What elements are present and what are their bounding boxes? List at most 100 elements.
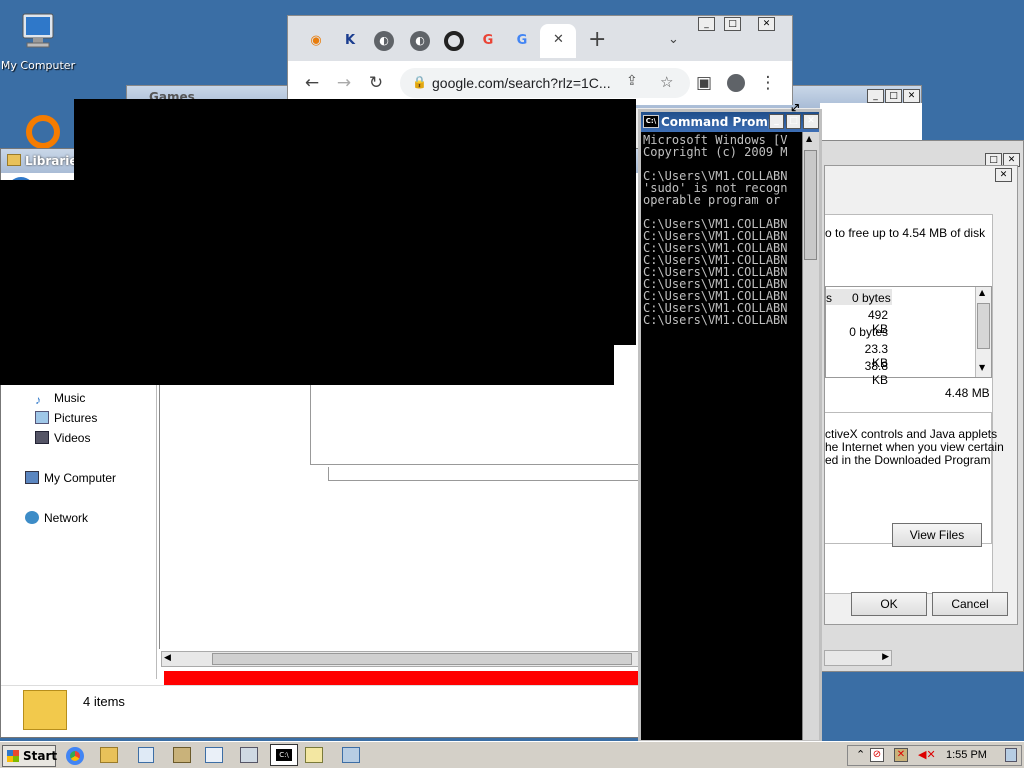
taskbar-window-icon[interactable] xyxy=(138,747,154,763)
cmd-scrollbar[interactable]: ▲ xyxy=(802,132,819,740)
content-frame xyxy=(310,379,640,465)
description-text: he Internet when you view certain xyxy=(825,440,1004,454)
k-icon[interactable]: K xyxy=(340,31,360,51)
file-size: 0 bytes xyxy=(849,325,888,339)
start-button[interactable]: Start xyxy=(2,745,58,767)
file-size: 38.8 KB xyxy=(864,359,888,387)
bottom-scrollbar[interactable]: ▶ xyxy=(824,650,892,666)
orange-ring-icon[interactable] xyxy=(26,115,60,149)
network-status-icon[interactable]: ✕ xyxy=(894,748,908,762)
nav-label: My Computer xyxy=(44,471,117,485)
content-frame xyxy=(328,467,640,481)
redaction-block xyxy=(0,215,40,235)
globe-icon[interactable]: ◐ xyxy=(410,31,430,51)
forward-icon[interactable]: → xyxy=(332,71,356,95)
taskbar-explorer-icon[interactable] xyxy=(100,747,118,763)
google-icon[interactable]: G xyxy=(478,31,498,51)
show-hidden-icons[interactable]: ⌃ xyxy=(856,748,865,761)
tab-active[interactable]: ✕ xyxy=(540,24,576,58)
nav-item-network[interactable]: Network xyxy=(25,511,88,525)
nav-item-my-computer[interactable]: My Computer xyxy=(25,471,116,485)
list-scrollbar[interactable]: ▲ ▼ xyxy=(975,287,991,377)
address-bar[interactable]: 🔒 google.com/search?rlz=1C... ⇪ ☆ xyxy=(400,68,690,98)
nav-label: Videos xyxy=(54,431,91,445)
security-alert-icon[interactable]: ⊘ xyxy=(870,748,884,762)
tab-search-icon[interactable]: ⌄ xyxy=(668,32,679,47)
taskbar-chrome-icon[interactable] xyxy=(66,747,84,765)
scroll-thumb[interactable] xyxy=(212,653,632,665)
total-space: 4.48 MB xyxy=(945,386,990,400)
videos-icon xyxy=(35,431,49,444)
nav-item-videos[interactable]: Videos xyxy=(35,431,90,445)
cmd-title: Command Prompt xyxy=(661,115,783,129)
cancel-button[interactable]: Cancel xyxy=(932,592,1008,616)
windows-logo-icon xyxy=(7,750,19,762)
horizontal-scrollbar[interactable]: ◀ xyxy=(161,651,639,667)
lock-icon: 🔒 xyxy=(412,75,427,89)
description-box: ctiveX controls and Java applets he Inte… xyxy=(825,412,1004,547)
taskbar-settings-icon[interactable] xyxy=(240,747,258,763)
scroll-up-icon[interactable]: ▲ xyxy=(806,134,812,143)
reload-icon[interactable]: ↻ xyxy=(364,71,388,95)
back-icon[interactable]: ← xyxy=(300,71,324,95)
q-icon[interactable] xyxy=(444,31,464,51)
minimize-button[interactable]: _ xyxy=(867,89,884,103)
globe-icon[interactable]: ◐ xyxy=(374,31,394,51)
disk-cleanup-dialog: ✕ o to free up to 4.54 MB of disk s 0 by… xyxy=(824,165,1018,625)
scroll-right-icon[interactable]: ▶ xyxy=(882,652,889,662)
close-button[interactable]: ✕ xyxy=(903,89,920,103)
cmd-icon: C:\ xyxy=(276,749,292,761)
action-center-icon[interactable] xyxy=(1005,748,1017,762)
blender-icon[interactable]: ◉ xyxy=(306,31,326,51)
view-files-button[interactable]: View Files xyxy=(892,523,982,547)
scroll-down-icon[interactable]: ▼ xyxy=(979,363,985,372)
nav-item-music[interactable]: ♪ Music xyxy=(35,391,86,407)
url-text: google.com/search?rlz=1C... xyxy=(432,75,611,91)
close-button[interactable]: ✕ xyxy=(803,114,819,129)
desktop-icon-my-computer[interactable]: My Computer xyxy=(0,10,76,72)
star-icon[interactable]: ☆ xyxy=(660,73,673,91)
redaction-block xyxy=(0,180,614,385)
share-icon[interactable]: ⇪ xyxy=(626,73,638,89)
new-tab-button[interactable]: + xyxy=(588,27,606,52)
ok-button[interactable]: OK xyxy=(851,592,927,616)
taskbar-remote-icon[interactable] xyxy=(342,747,360,763)
nav-label: Music xyxy=(54,391,86,405)
nav-item-pictures[interactable]: Pictures xyxy=(35,411,97,425)
cmd-output[interactable]: Microsoft Windows [V Copyright (c) 2009 … xyxy=(643,134,803,326)
google-icon[interactable]: G xyxy=(512,31,532,51)
close-button[interactable]: ✕ xyxy=(995,168,1012,182)
taskbar-window-icon[interactable] xyxy=(205,747,223,763)
disk-cleanup-intro: o to free up to 4.54 MB of disk xyxy=(825,226,986,240)
pictures-icon xyxy=(35,411,49,424)
scroll-thumb[interactable] xyxy=(977,303,990,349)
browser-window: _ □ ✕ ◉ K ◐ ◐ G G ✕ + ⌄ ← → ↻ 🔒 google.c… xyxy=(287,15,793,105)
side-panel-icon[interactable]: ▣ xyxy=(692,71,716,95)
status-item-count: 4 items xyxy=(83,694,125,709)
tab-strip: ◉ K ◐ ◐ G G ✕ + ⌄ xyxy=(288,24,792,58)
minimize-button[interactable]: _ xyxy=(769,114,784,129)
files-list[interactable]: s 0 bytes 492 KB 0 bytes 23.3 KB 38.8 KB… xyxy=(825,286,992,387)
desktop-icon-label: My Computer xyxy=(0,59,76,72)
folder-icon xyxy=(23,690,67,730)
menu-icon[interactable]: ⋮ xyxy=(756,71,780,95)
scroll-up-icon[interactable]: ▲ xyxy=(979,288,985,297)
scroll-thumb[interactable] xyxy=(804,150,817,260)
close-tab-icon[interactable]: ✕ xyxy=(553,32,564,47)
system-tray: ⌃ ⊘ ✕ ◀✕ 1:55 PM xyxy=(847,745,1022,766)
cmd-icon: C:\ xyxy=(643,115,659,128)
maximize-button[interactable]: □ xyxy=(885,89,902,103)
file-name: s xyxy=(826,291,832,305)
start-label: Start xyxy=(23,749,58,763)
network-icon xyxy=(25,511,39,524)
clock: 1:55 PM xyxy=(946,749,987,761)
taskbar-cmd-icon[interactable]: C:\ xyxy=(270,744,298,766)
scroll-left-icon[interactable]: ◀ xyxy=(164,653,171,663)
taskbar: Start C:\ ⌃ ⊘ ✕ ◀✕ 1:55 PM xyxy=(0,741,1024,768)
taskbar-paint-icon[interactable] xyxy=(305,747,323,763)
volume-muted-icon[interactable]: ◀✕ xyxy=(918,748,936,762)
nav-label: Pictures xyxy=(54,411,98,425)
taskbar-games-icon[interactable] xyxy=(173,747,191,763)
profile-icon[interactable] xyxy=(724,71,748,95)
red-bar xyxy=(164,671,639,685)
